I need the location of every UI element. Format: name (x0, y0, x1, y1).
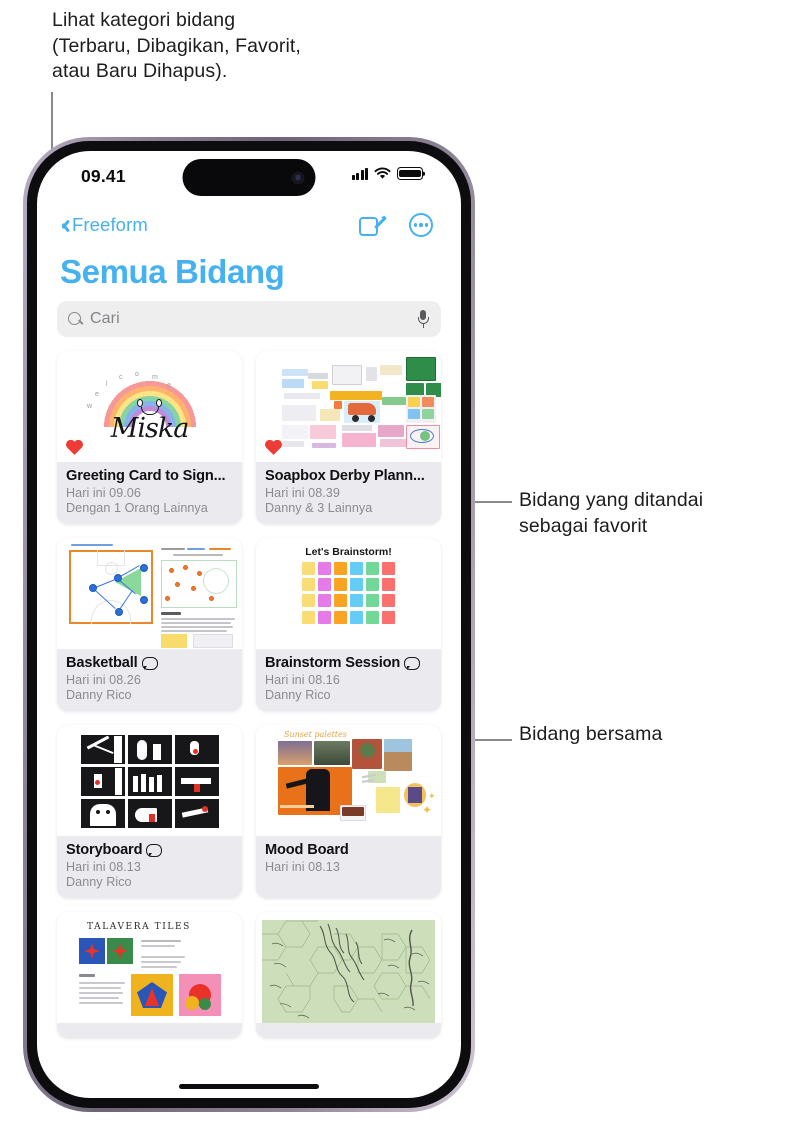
phone-screen: 09.41 Freeform Semua Bidang Cari Miska w… (37, 151, 461, 1098)
navigation-bar: Freeform (37, 203, 461, 247)
compose-icon[interactable] (359, 214, 387, 236)
greeting-card-name: Miska (110, 413, 190, 444)
more-circle-icon[interactable] (409, 213, 433, 237)
board-thumbnail: Miska w e l c o m e (57, 351, 242, 462)
callout-favorite-text: Bidang yang ditandai sebagai favorit (519, 489, 704, 537)
board-info: Greeting Card to Sign... Hari ini 09.06 … (57, 462, 242, 524)
favorite-heart-icon (265, 439, 282, 455)
shared-bubble-icon (141, 656, 158, 670)
board-card[interactable]: Let's Brainstorm! Brainstorm Session Har… (256, 538, 441, 711)
phone-bezel: 09.41 Freeform Semua Bidang Cari Miska w… (27, 141, 471, 1108)
basketball-diagram-art (57, 538, 242, 649)
board-title: Brainstorm Session (265, 655, 432, 671)
shared-bubble-icon (404, 656, 421, 670)
favorite-heart-icon (66, 439, 83, 455)
shared-bubble-icon (146, 843, 163, 857)
back-button-label: Freeform (72, 214, 148, 235)
boards-grid: Miska w e l c o m e Greeting Card to Sig… (57, 351, 441, 1038)
battery-icon (397, 167, 423, 180)
board-title: Basketball (66, 655, 233, 671)
board-info: Basketball Hari ini 08.26 Danny Rico (57, 649, 242, 711)
talavera-heading: TALAVERA TILES (87, 922, 191, 932)
board-card[interactable] (256, 912, 441, 1038)
wifi-icon (374, 167, 391, 180)
board-date: Hari ini 08.16 (265, 672, 340, 687)
search-placeholder: Cari (90, 310, 120, 327)
board-owner: Danny Rico (66, 875, 132, 889)
brainstorm-stickies-art: Let's Brainstorm! (256, 538, 441, 649)
callout-category-text: Lihat kategori bidang (Terbaru, Dibagika… (52, 9, 301, 82)
board-card[interactable]: Soapbox Derby Plann... Hari ini 08.39 Da… (256, 351, 441, 524)
board-date: Hari ini 08.13 (265, 859, 340, 874)
board-owner: Danny & 3 Lainnya (265, 501, 373, 515)
board-info (57, 1023, 242, 1038)
board-title: Soapbox Derby Plann... (265, 468, 425, 484)
microphone-icon[interactable] (417, 309, 430, 329)
status-time: 09.41 (81, 166, 126, 186)
board-card[interactable]: Storyboard Hari ini 08.13 Danny Rico (57, 725, 242, 898)
board-info: Mood Board Hari ini 08.13 (256, 836, 441, 883)
callout-shared-text: Bidang bersama (519, 723, 663, 745)
mood-board-heading: Sunset palettes (284, 730, 347, 739)
board-info: Soapbox Derby Plann... Hari ini 08.39 Da… (256, 462, 441, 524)
board-title: Mood Board (265, 842, 349, 858)
iphone-frame: 09.41 Freeform Semua Bidang Cari Miska w… (23, 137, 475, 1112)
soapbox-collage-art (256, 351, 441, 462)
storyboard-grid (80, 735, 219, 828)
board-date: Hari ini 08.13 (66, 859, 141, 874)
storyboard-frames-art (57, 725, 242, 836)
board-card[interactable]: Miska w e l c o m e Greeting Card to Sig… (57, 351, 242, 524)
board-card[interactable]: Basketball Hari ini 08.26 Danny Rico (57, 538, 242, 711)
status-bar: 09.41 (37, 151, 461, 203)
board-thumbnail: Sunset palettes ✦ ✦ (256, 725, 441, 836)
board-owner: Dengan 1 Orang Lainnya (66, 501, 208, 515)
nav-actions (359, 213, 433, 237)
mood-board-photos-art: Sunset palettes ✦ ✦ (256, 725, 441, 836)
board-info: Storyboard Hari ini 08.13 Danny Rico (57, 836, 242, 898)
chevron-left-icon (57, 215, 69, 235)
page-title: Semua Bidang (60, 253, 285, 290)
front-camera-icon (291, 171, 305, 184)
board-card[interactable]: Sunset palettes ✦ ✦ Mood Board Hari ini … (256, 725, 441, 898)
sticky-note-grid (301, 562, 396, 624)
board-thumbnail (256, 912, 441, 1023)
board-owner: Danny Rico (265, 688, 331, 702)
board-thumbnail: Let's Brainstorm! (256, 538, 441, 649)
greeting-card-art: Miska w e l c o m e (57, 351, 242, 462)
board-date: Hari ini 08.39 (265, 485, 340, 500)
board-card[interactable]: TALAVERA TILES (57, 912, 242, 1038)
board-date: Hari ini 08.26 (66, 672, 141, 687)
board-owner: Danny Rico (66, 688, 132, 702)
cellular-signal-icon (351, 167, 368, 180)
board-thumbnail: TALAVERA TILES (57, 912, 242, 1023)
figure-root: Lihat kategori bidang (Terbaru, Dibagika… (0, 0, 803, 1125)
board-info: Brainstorm Session Hari ini 08.16 Danny … (256, 649, 441, 711)
main-content: Semua Bidang Cari Miska w e l c o m e Gr… (37, 253, 461, 1038)
board-info (256, 1023, 441, 1038)
board-date: Hari ini 09.06 (66, 485, 141, 500)
talavera-tiles-art: TALAVERA TILES (57, 912, 242, 1023)
search-icon (68, 311, 83, 327)
board-thumbnail (256, 351, 441, 462)
board-title: Storyboard (66, 842, 233, 858)
status-indicators (351, 167, 423, 180)
dynamic-island (182, 159, 316, 196)
hex-map-art (256, 912, 441, 1023)
board-thumbnail (57, 725, 242, 836)
back-button-freeform[interactable]: Freeform (57, 214, 148, 236)
home-indicator[interactable] (179, 1084, 319, 1089)
brainstorm-heading: Let's Brainstorm! (305, 546, 392, 558)
search-input[interactable]: Cari (57, 301, 441, 337)
board-thumbnail (57, 538, 242, 649)
board-title: Greeting Card to Sign... (66, 468, 226, 484)
